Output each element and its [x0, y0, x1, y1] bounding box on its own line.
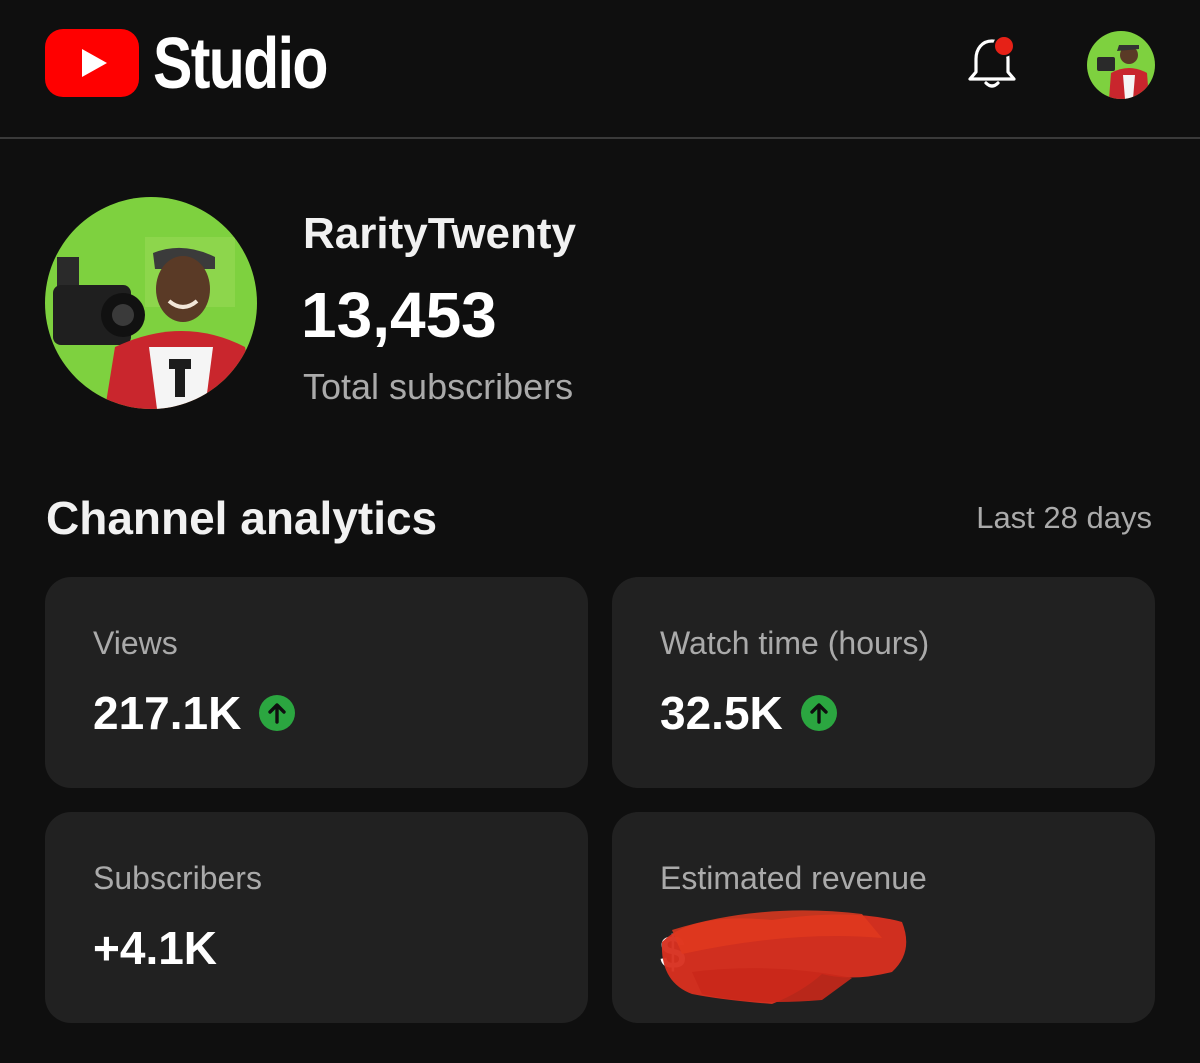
estimated-revenue-card[interactable]: Estimated revenue $ [612, 812, 1155, 1023]
date-range-label[interactable]: Last 28 days [976, 497, 1152, 539]
arrow-up-circle-icon [259, 695, 296, 731]
views-value: 217.1K [93, 687, 242, 739]
app-title: Studio [153, 24, 328, 104]
account-avatar[interactable] [1087, 31, 1155, 99]
views-card[interactable]: Views 217.1K [45, 577, 588, 788]
redaction-scribble [661, 910, 907, 1004]
notification-dot-icon [993, 35, 1015, 57]
watch-time-value: 32.5K [660, 687, 783, 739]
arrow-up-circle-icon [800, 695, 837, 731]
channel-avatar [45, 197, 257, 409]
channel-analytics-title: Channel analytics [46, 492, 438, 544]
header-divider [0, 137, 1200, 139]
youtube-play-icon[interactable] [45, 29, 139, 97]
watch-time-card[interactable]: Watch time (hours) 32.5K [612, 577, 1155, 788]
subscribers-label: Subscribers [93, 860, 262, 896]
views-value-row: 217.1K [93, 685, 296, 741]
top-bar: Studio [0, 0, 1200, 138]
watch-time-value-row: 32.5K [660, 685, 837, 741]
channel-name: RarityTwenty [303, 209, 577, 258]
watch-time-label: Watch time (hours) [660, 625, 930, 661]
subscribers-card[interactable]: Subscribers +4.1K [45, 812, 588, 1023]
bell-icon[interactable] [960, 32, 1024, 96]
subscribers-value: +4.1K [93, 922, 218, 974]
views-label: Views [93, 625, 178, 661]
total-subscribers-label: Total subscribers [303, 366, 574, 407]
total-subscriber-count: 13,453 [301, 279, 497, 351]
